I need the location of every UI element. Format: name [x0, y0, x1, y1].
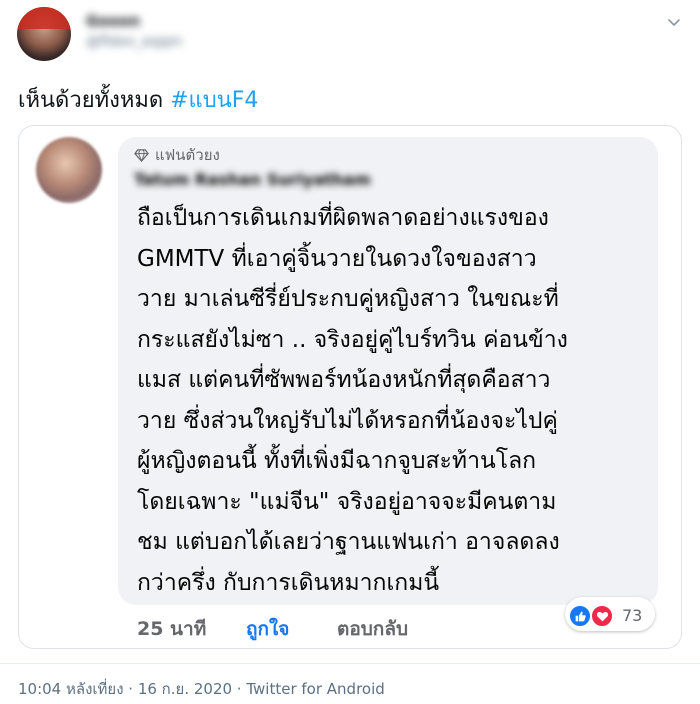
reaction-count: 73	[622, 606, 643, 625]
comment-line: กว่าครึ่ง กับการเดินหมากเกมนี้	[137, 569, 440, 596]
chevron-down-icon[interactable]	[666, 14, 682, 30]
commenter-name: Tatum Rashan Suriyatham	[134, 170, 371, 189]
comment-line: ชม แต่บอกได้เลยว่าฐานแฟนเก่า อาจลดลง	[137, 529, 560, 555]
comment-line: แมส แต่คนที่ซัพพอร์ทน้องหนักที่สุดคือสาว	[137, 367, 551, 393]
comment-line: GMMTV ที่เอาคู่จิ้นวายในดวงใจของสาว	[137, 245, 537, 272]
thumbs-up-icon	[568, 604, 592, 628]
comment-text: ถือเป็นการเดินเกมที่ผิดพลาดอย่างแรงของ G…	[137, 198, 647, 603]
comment-time: 25 นาที	[137, 618, 207, 640]
fan-badge-label: แฟนตัวยง	[155, 146, 220, 164]
like-button: ถูกใจ	[246, 618, 290, 640]
divider	[0, 663, 700, 664]
comment-line: โดยเฉพาะ "แม่จีน" จริงอยู่อาจจะมีคนตาม	[137, 488, 557, 515]
tweet-text-body: เห็นด้วยทั้งหมด	[18, 88, 171, 113]
author-handle[interactable]: @fldon_eqqm	[86, 34, 182, 50]
comment-line: ผู้หญิงตอนนี้ ทั้งที่เพิ่งมีฉากจูบสะท้าน…	[137, 448, 537, 474]
comment-line: ถือเป็นการเดินเกมที่ผิดพลาดอย่างแรงของ	[137, 205, 549, 231]
diamond-icon	[134, 148, 149, 162]
comment-line: กระแสยังไม่ซา .. จริงอยู่คู่ไบร์ทวิน ค่อ…	[137, 326, 568, 353]
hashtag-link[interactable]: #แบนF4	[170, 88, 258, 113]
author-avatar[interactable]	[17, 7, 71, 61]
top-fan-badge: แฟนตัวยง	[134, 143, 220, 167]
tweet-header: Gooon @fldon_eqqm	[0, 0, 700, 70]
commenter-avatar	[36, 137, 102, 203]
tweet-timestamp[interactable]: 10:04 หลังเที่ยง · 16 ก.ย. 2020 · Twitte…	[18, 677, 385, 701]
author-name[interactable]: Gooon	[86, 12, 140, 30]
comment-line: วาย ซึ่งส่วนใหญ่รับไม่ได้หรอกที่น้องจะไป…	[137, 407, 558, 434]
tweet-text: เห็นด้วยทั้งหมด #แบนF4	[18, 82, 258, 117]
comment-line: วาย มาเล่นซีรี่ย์ประกบคู่หญิงสาว ในขณะที…	[137, 286, 559, 312]
heart-icon	[590, 604, 614, 628]
reply-button: ตอบกลับ	[337, 618, 409, 640]
